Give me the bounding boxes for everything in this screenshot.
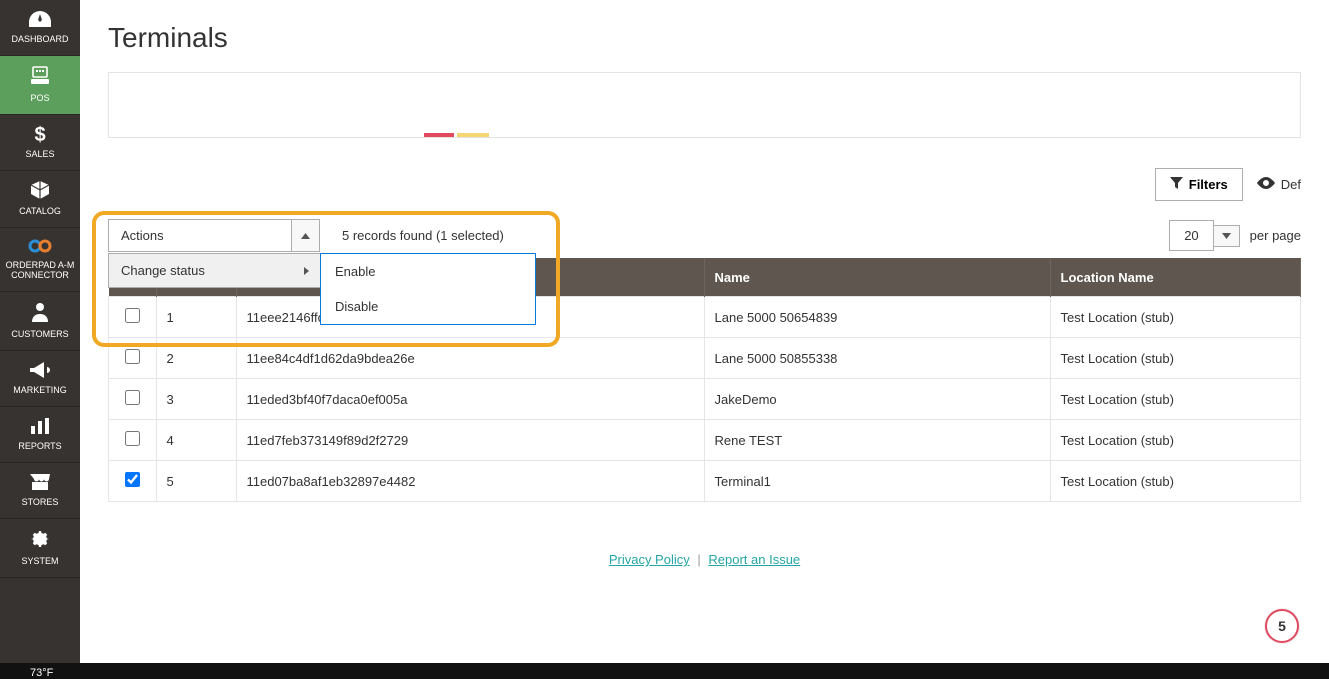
bar-chart-icon [31, 418, 49, 437]
actions-dropdown[interactable]: Actions [108, 219, 320, 252]
toolbar: Filters Def [108, 168, 1301, 201]
cell-location: Test Location (stub) [1050, 297, 1301, 338]
table-row[interactable]: 311eded3bf40f7daca0ef005aJakeDemoTest Lo… [109, 379, 1301, 420]
cell-location: Test Location (stub) [1050, 420, 1301, 461]
actions-submenu: Change status [108, 253, 322, 288]
banner-accent [457, 133, 489, 137]
sidebar-item-label: CATALOG [19, 206, 61, 217]
page-title: Terminals [108, 22, 1301, 54]
grid-controls: Actions Change status Enable Disable 5 r… [108, 219, 1301, 252]
privacy-link[interactable]: Privacy Policy [609, 552, 690, 567]
caret-up-icon [291, 220, 319, 251]
dollar-icon: $ [34, 125, 45, 145]
submenu-disable[interactable]: Disable [321, 289, 535, 324]
sidebar-item-label: STORES [22, 497, 59, 508]
th-location[interactable]: Location Name [1050, 258, 1301, 297]
pos-icon [30, 66, 50, 89]
cell-id: 2 [156, 338, 236, 379]
os-taskbar: 73°F [0, 663, 1329, 679]
stores-icon [30, 474, 50, 493]
banner-accent [424, 133, 454, 137]
cell-terminal-id: 11ee84c4df1d62da9bdea26e [236, 338, 704, 379]
pagination: 20 per page [1169, 220, 1301, 251]
records-found: 5 records found (1 selected) [342, 228, 504, 243]
row-checkbox[interactable] [125, 472, 140, 487]
cell-name: Terminal1 [704, 461, 1050, 502]
sidebar-item-dashboard[interactable]: DASHBOARD [0, 0, 80, 56]
main-content: Terminals Filters Def Actions [80, 0, 1329, 663]
cell-id: 5 [156, 461, 236, 502]
sidebar-item-system[interactable]: SYSTEM [0, 519, 80, 578]
cell-name: Lane 5000 50855338 [704, 338, 1050, 379]
report-issue-link[interactable]: Report an Issue [708, 552, 800, 567]
sidebar-item-sales[interactable]: $ SALES [0, 115, 80, 171]
sidebar-item-reports[interactable]: REPORTS [0, 407, 80, 463]
sidebar-item-label: POS [30, 93, 49, 104]
actions-label: Actions [109, 220, 291, 251]
sidebar-item-label: MARKETING [13, 385, 67, 396]
cell-name: JakeDemo [704, 379, 1050, 420]
sidebar-item-label: SALES [25, 149, 54, 160]
cell-location: Test Location (stub) [1050, 338, 1301, 379]
notification-badge[interactable]: 5 [1265, 609, 1299, 643]
caret-right-icon [304, 263, 309, 278]
cube-icon [30, 181, 50, 202]
person-icon [32, 302, 48, 325]
table-row[interactable]: 411ed7feb373149f89d2f2729Rene TESTTest L… [109, 420, 1301, 461]
eye-icon [1257, 177, 1275, 192]
table-row[interactable]: 111eee2146ffc63e48143a372Lane 5000 50654… [109, 297, 1301, 338]
default-view-label: Def [1281, 177, 1301, 192]
cell-name: Lane 5000 50654839 [704, 297, 1050, 338]
sidebar-item-label: SYSTEM [21, 556, 58, 567]
sidebar-item-catalog[interactable]: CATALOG [0, 171, 80, 228]
cell-terminal-id: 11ed7feb373149f89d2f2729 [236, 420, 704, 461]
default-view-button[interactable]: Def [1257, 177, 1301, 192]
gear-icon [30, 529, 50, 552]
dashboard-icon [29, 11, 51, 30]
footer: Privacy Policy | Report an Issue [108, 502, 1301, 577]
table-row[interactable]: 511ed07ba8af1eb32897e4482Terminal1Test L… [109, 461, 1301, 502]
th-name[interactable]: Name [704, 258, 1050, 297]
cell-terminal-id: 11ed07ba8af1eb32897e4482 [236, 461, 704, 502]
sidebar-item-customers[interactable]: CUSTOMERS [0, 292, 80, 351]
megaphone-icon [30, 362, 50, 381]
sidebar-item-stores[interactable]: STORES [0, 463, 80, 519]
filters-label: Filters [1189, 177, 1228, 192]
cell-id: 4 [156, 420, 236, 461]
cell-id: 3 [156, 379, 236, 420]
terminals-table: ID Terminal Id Name Location Name 111eee… [108, 258, 1301, 502]
row-checkbox[interactable] [125, 431, 140, 446]
filters-button[interactable]: Filters [1155, 168, 1243, 201]
submenu-label: Change status [121, 263, 205, 278]
row-checkbox[interactable] [125, 308, 140, 323]
sidebar-item-marketing[interactable]: MARKETING [0, 351, 80, 407]
funnel-icon [1170, 177, 1183, 192]
sidebar-item-pos[interactable]: POS [0, 56, 80, 115]
cell-id: 1 [156, 297, 236, 338]
sidebar-item-connector[interactable]: ORDERPAD A-M CONNECTOR [0, 228, 80, 293]
weather-temp: 73°F [30, 667, 53, 679]
row-checkbox[interactable] [125, 390, 140, 405]
table-row[interactable]: 211ee84c4df1d62da9bdea26eLane 5000 50855… [109, 338, 1301, 379]
separator: | [697, 552, 700, 567]
cell-location: Test Location (stub) [1050, 379, 1301, 420]
notice-banner [108, 72, 1301, 138]
per-page-value[interactable]: 20 [1169, 220, 1213, 251]
sidebar: DASHBOARD POS $ SALES CATALOG ORDERPAD A… [0, 0, 80, 663]
per-page-label: per page [1250, 228, 1301, 243]
per-page-dropdown[interactable] [1214, 225, 1240, 247]
status-submenu: Enable Disable [320, 253, 536, 325]
connector-icon [28, 238, 52, 256]
cell-location: Test Location (stub) [1050, 461, 1301, 502]
submenu-enable[interactable]: Enable [321, 254, 535, 289]
cell-terminal-id: 11eded3bf40f7daca0ef005a [236, 379, 704, 420]
row-checkbox[interactable] [125, 349, 140, 364]
sidebar-item-label: ORDERPAD A-M CONNECTOR [2, 260, 78, 282]
sidebar-item-label: REPORTS [18, 441, 61, 452]
sidebar-item-label: DASHBOARD [11, 34, 68, 45]
submenu-change-status[interactable]: Change status [109, 254, 321, 287]
sidebar-item-label: CUSTOMERS [11, 329, 68, 340]
cell-name: Rene TEST [704, 420, 1050, 461]
